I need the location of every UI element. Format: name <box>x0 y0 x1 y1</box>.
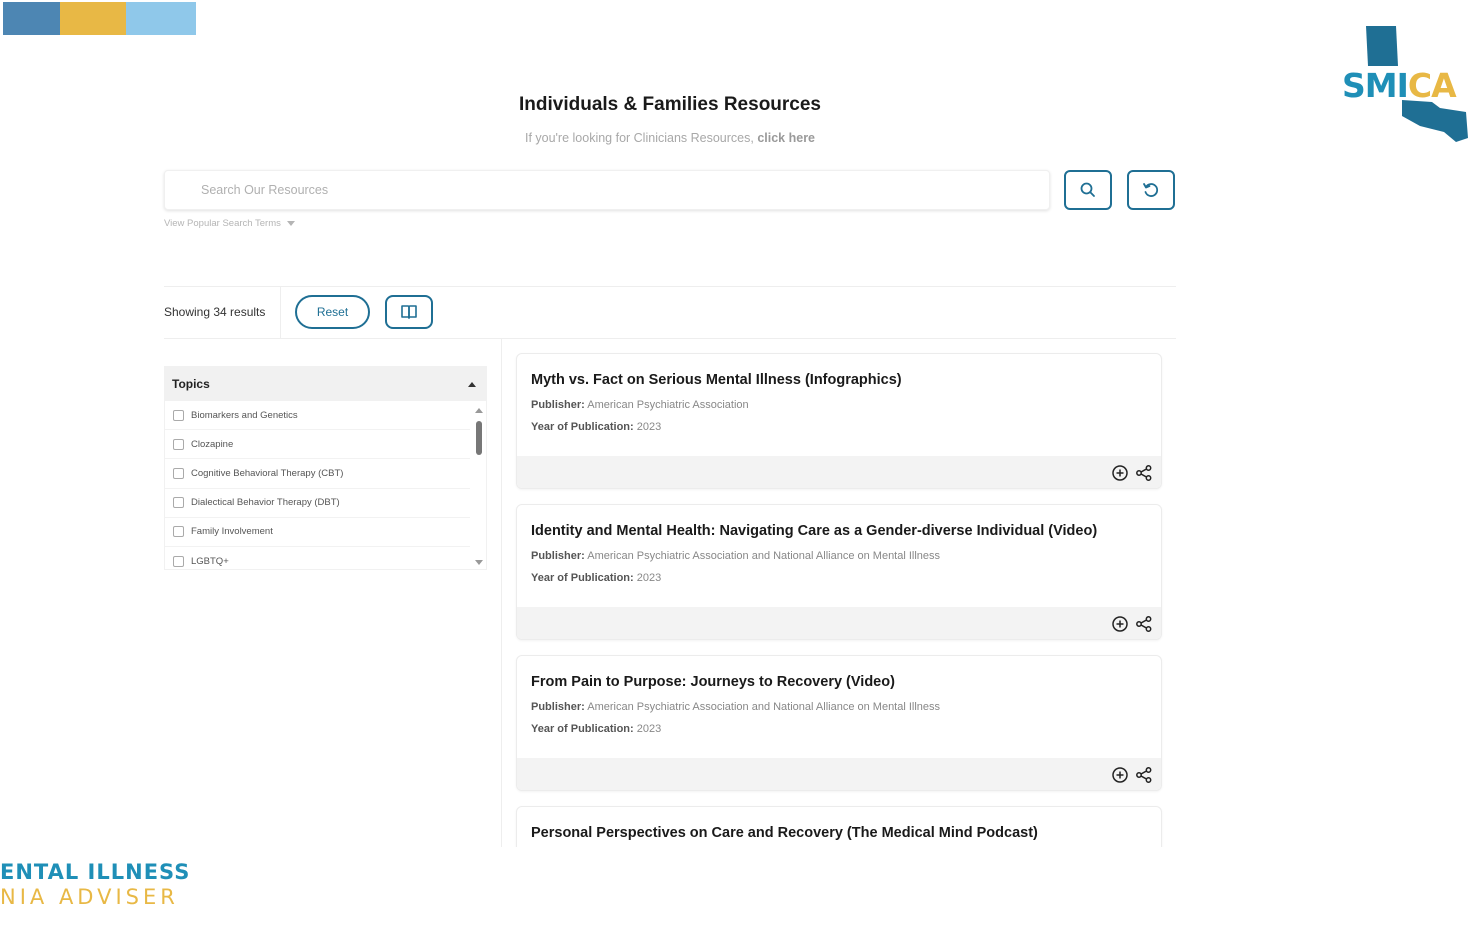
topic-checkbox[interactable] <box>173 409 184 421</box>
clinicians-subtitle: If you're looking for Clinicians Resourc… <box>0 131 1340 145</box>
magnifier-icon <box>1080 182 1095 197</box>
search-input[interactable] <box>165 171 1049 209</box>
topics-filter-panel: Topics Biomarkers and Genetics Clozapine… <box>164 366 487 570</box>
resource-card-actions <box>517 456 1161 488</box>
year-value: 2023 <box>636 723 662 735</box>
topic-label: Dialectical Behavior Therapy (DBT) <box>191 497 340 509</box>
topic-label: Clozapine <box>191 438 234 450</box>
scroll-up-arrow-icon[interactable] <box>475 408 483 413</box>
topics-scrollbar[interactable] <box>475 401 483 571</box>
resource-card-body: From Pain to Purpose: Journeys to Recove… <box>517 656 1161 758</box>
divider-top <box>164 286 1176 287</box>
year-value: 2023 <box>636 421 662 433</box>
topic-item[interactable]: Cognitive Behavioral Therapy (CBT) <box>165 459 470 489</box>
share-icon[interactable] <box>1135 615 1153 633</box>
strip-segment-lightblue <box>126 2 196 35</box>
share-icon[interactable] <box>1135 464 1153 482</box>
popular-search-terms-toggle[interactable]: View Popular Search Terms <box>164 218 295 229</box>
results-count: Showing 34 results <box>164 305 266 319</box>
reset-button[interactable]: Reset <box>295 295 370 329</box>
topics-header-label: Topics <box>172 377 210 391</box>
publisher-label: Publisher: <box>531 701 585 713</box>
topics-header-toggle[interactable]: Topics <box>165 367 486 401</box>
logo-ca-text: CA <box>1407 66 1457 105</box>
topic-label: Biomarkers and Genetics <box>191 409 298 421</box>
chevron-up-icon <box>468 381 476 387</box>
smica-logo[interactable]: SMICA <box>1340 22 1470 144</box>
popular-search-terms-label: View Popular Search Terms <box>164 218 281 229</box>
topics-list: Biomarkers and Genetics Clozapine Cognit… <box>165 401 486 576</box>
subtitle-text: If you're looking for Clinicians Resourc… <box>524 131 758 145</box>
resource-publisher: Publisher: American Psychiatric Associat… <box>531 399 1147 411</box>
divider-bottom <box>164 338 1176 339</box>
topic-checkbox[interactable] <box>173 467 184 479</box>
resource-card-body: Identity and Mental Health: Navigating C… <box>517 505 1161 607</box>
resource-card-actions <box>517 607 1161 639</box>
brand-color-strip <box>3 2 196 35</box>
resource-card: Identity and Mental Health: Navigating C… <box>516 504 1162 640</box>
publisher-label: Publisher: <box>531 550 585 562</box>
page-title: Individuals & Families Resources <box>519 94 821 115</box>
resource-card: From Pain to Purpose: Journeys to Recove… <box>516 655 1162 791</box>
footer-brand: ENTAL ILLNESS NIA ADVISER <box>0 860 190 909</box>
refresh-button[interactable] <box>1127 170 1175 210</box>
footer-brand-line2: NIA ADVISER <box>0 885 179 909</box>
refresh-icon <box>1143 183 1159 197</box>
year-label: Year of Publication: <box>531 421 634 433</box>
topic-item[interactable]: Biomarkers and Genetics <box>165 401 470 431</box>
strip-segment-gold <box>60 2 126 35</box>
topic-item[interactable]: Clozapine <box>165 430 470 460</box>
plus-circle-icon[interactable] <box>1111 464 1129 482</box>
scroll-thumb[interactable] <box>476 421 482 455</box>
search-box <box>164 170 1050 210</box>
year-label: Year of Publication: <box>531 723 634 735</box>
resource-title[interactable]: Identity and Mental Health: Navigating C… <box>531 523 1147 539</box>
book-icon <box>401 305 417 319</box>
topic-item[interactable]: LGBTQ+ <box>165 547 470 576</box>
resource-card: Myth vs. Fact on Serious Mental Illness … <box>516 353 1162 489</box>
topic-checkbox[interactable] <box>173 438 184 450</box>
column-divider <box>501 338 502 848</box>
topic-checkbox[interactable] <box>173 497 184 509</box>
plus-circle-icon[interactable] <box>1111 615 1129 633</box>
publisher-value: American Psychiatric Association <box>587 399 749 411</box>
scroll-down-arrow-icon[interactable] <box>475 560 483 565</box>
resource-card-actions <box>517 758 1161 790</box>
topic-label: Family Involvement <box>191 526 273 538</box>
resource-publisher: Publisher: American Psychiatric Associat… <box>531 550 1147 562</box>
plus-circle-icon[interactable] <box>1111 766 1129 784</box>
year-value: 2023 <box>636 572 662 584</box>
divider-vertical <box>280 286 281 338</box>
clinicians-link[interactable]: click here <box>757 131 815 145</box>
share-icon[interactable] <box>1135 766 1153 784</box>
logo-smi-text: SMI <box>1342 66 1409 105</box>
chevron-down-icon <box>286 221 295 226</box>
topic-item[interactable]: Family Involvement <box>165 518 470 547</box>
resource-title[interactable]: Personal Perspectives on Care and Recove… <box>531 825 1147 841</box>
topic-label: LGBTQ+ <box>191 556 229 568</box>
publisher-label: Publisher: <box>531 399 585 411</box>
resource-card-body: Myth vs. Fact on Serious Mental Illness … <box>517 354 1161 456</box>
topic-checkbox[interactable] <box>173 526 184 538</box>
year-label: Year of Publication: <box>531 572 634 584</box>
bottom-area <box>0 847 1484 931</box>
resource-title[interactable]: From Pain to Purpose: Journeys to Recove… <box>531 674 1147 690</box>
resource-year: Year of Publication: 2023 <box>531 572 1147 584</box>
resource-title[interactable]: Myth vs. Fact on Serious Mental Illness … <box>531 372 1147 388</box>
search-button[interactable] <box>1064 170 1112 210</box>
logo-wordmark: SMICA <box>1342 66 1457 105</box>
footer-brand-line1: ENTAL ILLNESS <box>0 860 191 884</box>
strip-segment-blue <box>3 2 60 35</box>
resource-publisher: Publisher: American Psychiatric Associat… <box>531 701 1147 713</box>
resource-year: Year of Publication: 2023 <box>531 421 1147 433</box>
publisher-value: American Psychiatric Association and Nat… <box>587 701 941 713</box>
publisher-value: American Psychiatric Association and Nat… <box>587 550 941 562</box>
topic-item[interactable]: Dialectical Behavior Therapy (DBT) <box>165 489 470 518</box>
book-view-button[interactable] <box>385 295 433 329</box>
resource-year: Year of Publication: 2023 <box>531 723 1147 735</box>
topic-label: Cognitive Behavioral Therapy (CBT) <box>191 467 344 479</box>
topic-checkbox[interactable] <box>173 556 184 568</box>
